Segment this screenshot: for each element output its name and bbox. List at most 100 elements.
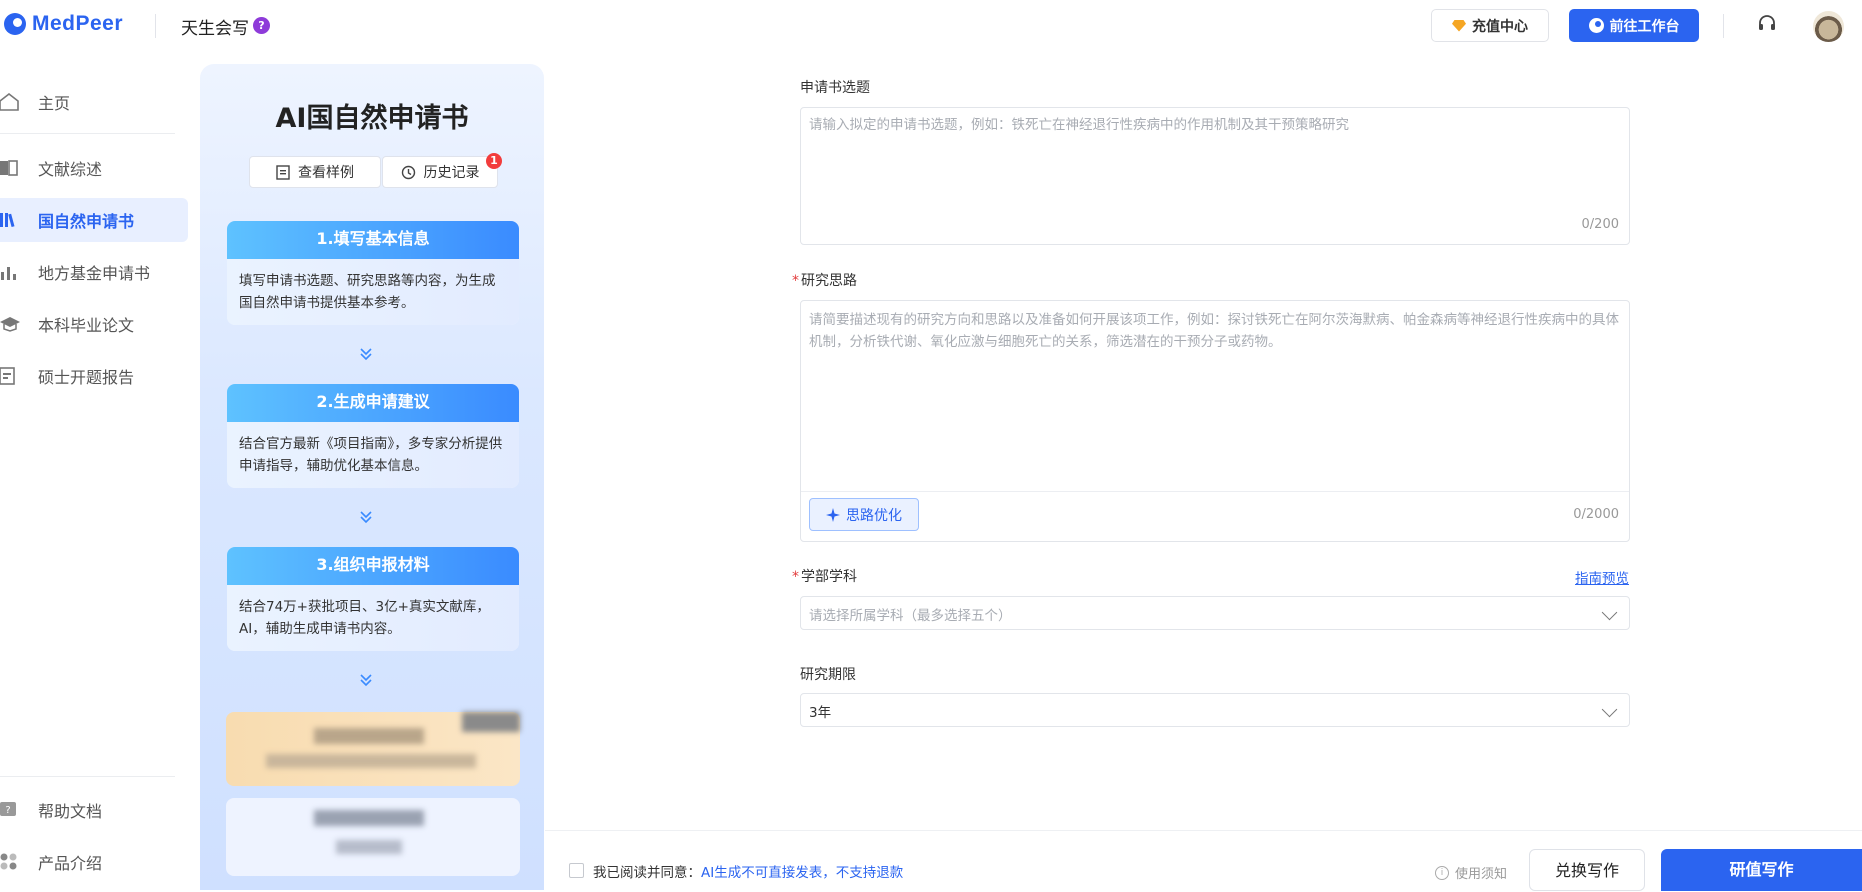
customer-service-icon[interactable] <box>1757 14 1777 34</box>
period-select[interactable]: 3年 <box>800 693 1630 727</box>
steps-panel: AI国自然申请书 查看样例 历史记录 1.填写基本信息 填写申请书选题、研究思路… <box>200 64 544 890</box>
workbench-icon <box>1588 18 1604 33</box>
promo-blurred-text <box>314 810 424 826</box>
sidebar-item-label: 地方基金申请书 <box>38 264 151 283</box>
topic-textarea[interactable]: 请输入拟定的申请书选题，例如：铁死亡在神经退行性疾病中的作用机制及其干预策略研究… <box>800 107 1630 245</box>
promo-card-2[interactable] <box>226 798 520 876</box>
subject-label-text: 学部学科 <box>801 569 857 585</box>
medpeer-logo-icon <box>4 13 26 35</box>
agree-checkbox[interactable] <box>569 863 584 878</box>
idea-placeholder: 请简要描述现有的研究方向和思路以及准备如何开展该项工作，例如：探讨铁死亡在阿尔茨… <box>809 312 1619 350</box>
sidebar-item-help-docs[interactable]: ? 帮助文档 <box>0 788 188 832</box>
go-to-workbench-button[interactable]: 前往工作台 <box>1569 9 1699 42</box>
left-sidebar: 主页 文献综述 国自然申请书 地方基金申请书 本科毕业论文 硕士开题报告 ? 帮… <box>0 52 200 890</box>
book-icon <box>0 160 18 176</box>
logo-text: MedPeer <box>32 12 124 35</box>
sidebar-item-local-fund[interactable]: 地方基金申请书 <box>0 250 188 294</box>
sidebar-item-label: 硕士开题报告 <box>38 368 135 387</box>
chevron-double-down-icon <box>360 674 372 687</box>
step-card-1: 1.填写基本信息 填写申请书选题、研究思路等内容，为生成国自然申请书提供基本参考… <box>227 221 519 325</box>
sparkle-icon <box>826 507 840 522</box>
sidebar-item-label: 帮助文档 <box>38 802 103 821</box>
period-value: 3年 <box>809 705 832 721</box>
sidebar-item-label: 产品介绍 <box>38 854 103 873</box>
sidebar-item-undergrad-thesis[interactable]: 本科毕业论文 <box>0 302 188 346</box>
topic-placeholder: 请输入拟定的申请书选题，例如：铁死亡在神经退行性疾病中的作用机制及其干预策略研究 <box>809 117 1349 133</box>
idea-counter: 0/2000 <box>1573 507 1619 522</box>
workbench-label: 前往工作台 <box>1609 18 1680 35</box>
recharge-center-button[interactable]: 充值中心 <box>1431 9 1549 42</box>
idea-optimize-button[interactable]: 思路优化 <box>809 498 919 531</box>
step-card-3: 3.组织申报材料 结合74万+获批项目、3亿+真实文献库，AI，辅助生成申请书内… <box>227 547 519 651</box>
nav-divider <box>0 133 175 134</box>
agree-text: 我已阅读并同意：AI生成不可直接发表，不支持退款 <box>593 861 903 881</box>
help-doc-icon: ? <box>0 802 16 816</box>
sidebar-item-master-proposal[interactable]: 硕士开题报告 <box>0 354 188 398</box>
step-title: 3.组织申报材料 <box>227 547 519 585</box>
info-icon: i <box>1435 865 1449 880</box>
step-description: 结合74万+获批项目、3亿+真实文献库，AI，辅助生成申请书内容。 <box>227 585 519 651</box>
sidebar-item-label: 主页 <box>38 94 71 113</box>
promo-card[interactable] <box>226 712 520 786</box>
idea-label: * 研究思路 <box>792 270 857 290</box>
sidebar-item-home[interactable]: 主页 <box>0 80 188 124</box>
nav-divider <box>0 776 175 777</box>
graduation-cap-icon <box>0 317 20 332</box>
footer-bar: 我已阅读并同意：AI生成不可直接发表，不支持退款 i 使用须知 兑换写作 研值写… <box>545 830 1862 891</box>
product-icon <box>0 853 17 870</box>
sidebar-item-product-intro[interactable]: 产品介绍 <box>0 840 188 884</box>
chart-icon <box>1 267 16 280</box>
view-sample-button[interactable]: 查看样例 <box>249 156 381 188</box>
subject-select[interactable]: 请选择所属学科（最多选择五个） <box>800 596 1630 630</box>
redeem-write-button[interactable]: 兑换写作 <box>1529 849 1645 891</box>
points-write-button[interactable]: 研值写作 <box>1661 849 1862 891</box>
history-button[interactable]: 历史记录 <box>382 156 498 188</box>
home-icon <box>0 93 19 111</box>
idea-toolbar: 思路优化 0/2000 <box>801 491 1629 543</box>
books-icon <box>0 213 15 228</box>
header-divider <box>155 14 156 38</box>
view-sample-label: 查看样例 <box>298 165 354 181</box>
recharge-label: 充值中心 <box>1472 18 1528 35</box>
usage-notice-link[interactable]: i 使用须知 <box>1435 863 1507 882</box>
promo-blurred-text <box>336 840 402 854</box>
topic-label: 申请书选题 <box>800 80 870 96</box>
required-mark: * <box>792 569 799 585</box>
promo-blurred-text <box>266 754 476 768</box>
top-header: MedPeer 天生会写 ? 充值中心 前往工作台 <box>0 0 1862 52</box>
period-label: 研究期限 <box>800 667 856 683</box>
history-icon <box>401 165 415 179</box>
chevron-double-down-icon <box>360 348 372 361</box>
history-count-badge: 1 <box>486 153 502 169</box>
chevron-down-icon <box>1601 604 1618 621</box>
idea-label-text: 研究思路 <box>801 273 857 289</box>
guide-preview-link[interactable]: 指南预览 <box>1575 567 1629 587</box>
required-mark: * <box>792 273 799 289</box>
sidebar-item-literature-review[interactable]: 文献综述 <box>0 146 188 190</box>
sidebar-item-nsfc-application[interactable]: 国自然申请书 <box>0 198 188 242</box>
optimize-label: 思路优化 <box>846 507 902 524</box>
topic-counter: 0/200 <box>1581 217 1619 232</box>
idea-textarea[interactable]: 请简要描述现有的研究方向和思路以及准备如何开展该项工作，例如：探讨铁死亡在阿尔茨… <box>800 300 1630 542</box>
step-description: 填写申请书选题、研究思路等内容，为生成国自然申请书提供基本参考。 <box>227 259 519 325</box>
medpeer-logo[interactable]: MedPeer <box>4 12 123 36</box>
report-icon <box>0 367 15 385</box>
sidebar-item-label: 文献综述 <box>38 160 103 179</box>
document-icon <box>276 164 290 180</box>
sidebar-item-label: 本科毕业论文 <box>38 316 135 335</box>
agree-terms-link[interactable]: AI生成不可直接发表，不支持退款 <box>701 865 903 881</box>
notice-label: 使用须知 <box>1455 867 1508 882</box>
step-title: 1.填写基本信息 <box>227 221 519 259</box>
panel-title: AI国自然申请书 <box>275 103 469 134</box>
help-badge-icon[interactable]: ? <box>253 17 270 34</box>
user-avatar[interactable] <box>1813 11 1844 42</box>
svg-text:?: ? <box>5 805 10 816</box>
sidebar-item-label: 国自然申请书 <box>38 212 135 231</box>
step-title: 2.生成申请建议 <box>227 384 519 422</box>
promo-blurred-badge <box>462 712 520 732</box>
promo-blurred-text <box>314 728 424 744</box>
product-name: 天生会写 <box>181 19 249 39</box>
chevron-double-down-icon <box>360 511 372 524</box>
subject-label: * 学部学科 <box>792 566 857 586</box>
step-description: 结合官方最新《项目指南》，多专家分析提供申请指导，辅助优化基本信息。 <box>227 422 519 488</box>
